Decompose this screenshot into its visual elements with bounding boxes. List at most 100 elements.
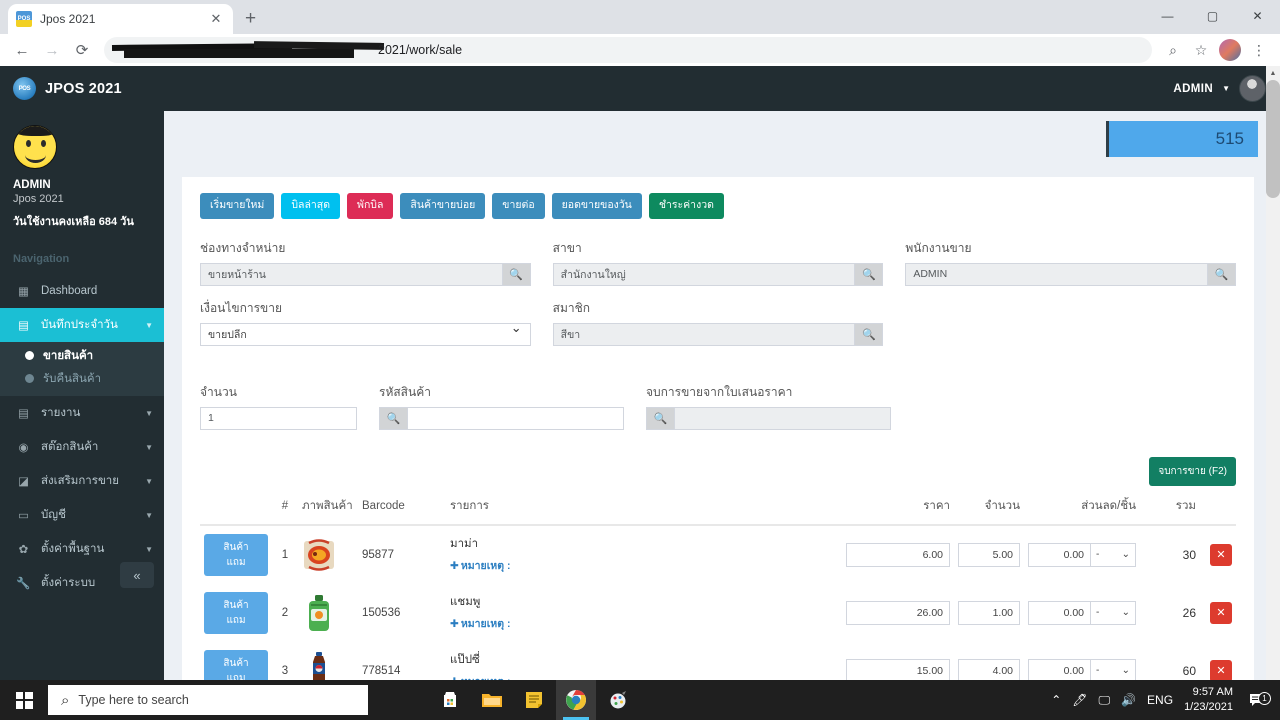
sidebar-item-stock[interactable]: ◉ สต๊อกสินค้า ▼ (0, 430, 164, 464)
bookmark-icon[interactable]: ☆ (1188, 37, 1214, 63)
gift-item-button[interactable]: สินค้าแถม (204, 533, 268, 576)
zoom-icon[interactable]: ⌕ (1160, 37, 1186, 63)
staff-input[interactable]: ADMIN (905, 262, 1209, 286)
row-delete-button[interactable]: ✕ (1210, 543, 1232, 566)
row-price-input[interactable]: 26.00 (846, 600, 950, 625)
forward-icon[interactable]: → (38, 36, 66, 64)
notification-center-button[interactable]: 1 (1244, 692, 1271, 708)
row-qty-input[interactable]: 1.00 (958, 600, 1020, 625)
sidebar-item-accounting[interactable]: ▭ บัญชี ▼ (0, 498, 164, 532)
sidebar-collapse-button[interactable]: « (120, 562, 154, 588)
language-indicator[interactable]: ENG (1147, 693, 1173, 707)
gift-item-button[interactable]: สินค้าแถม (204, 649, 268, 680)
branch-input[interactable]: สำนักงานใหญ่ (552, 262, 856, 286)
row-note-link[interactable]: ✚หมายเหตุ : (450, 673, 838, 680)
display-icon[interactable]: 🖵 (1099, 693, 1111, 708)
row-discount-input[interactable]: 0.00 (1028, 542, 1090, 567)
taskbar-paint-button[interactable] (598, 680, 638, 720)
maximize-icon[interactable]: ▢ (1190, 0, 1235, 32)
pen-icon[interactable]: 🖊 (1072, 693, 1087, 707)
chevron-down-icon: ▼ (145, 544, 153, 554)
row-discount-unit-select[interactable]: - ⌄ (1090, 542, 1136, 567)
sidebar-subitem-sell[interactable]: ขายสินค้า (0, 344, 164, 367)
product-code-input[interactable] (407, 406, 624, 430)
row-qty-input[interactable]: 5.00 (958, 542, 1020, 567)
table-row: สินค้าแถม 2 150536 แชมพู ✚ หมายเหตุ: 26… (200, 584, 1236, 642)
finish-sale-button[interactable]: จบการขาย (F2) (1149, 456, 1236, 486)
main-content: 515 เริ่มขายใหม่ บิลล่าสุด พักบิล สินค้า… (164, 111, 1272, 680)
frequent-items-button[interactable]: สินค้าขายบ่อย (400, 193, 486, 219)
row-discount-unit-select[interactable]: - ⌄ (1090, 600, 1136, 625)
row-price-input[interactable]: 6.00 (846, 542, 950, 567)
new-sale-button[interactable]: เริ่มขายใหม่ (200, 193, 275, 219)
search-icon[interactable]: 🔍 (855, 262, 884, 286)
volume-icon[interactable]: 🔊 (1121, 693, 1136, 707)
back-icon[interactable]: ← (8, 36, 36, 64)
continue-sale-button[interactable]: ขายต่อ (492, 193, 545, 219)
row-qty-input[interactable]: 4.00 (958, 658, 1020, 680)
channel-input[interactable]: ขายหน้าร้าน (200, 262, 503, 286)
sidebar-item-label: บัญชี (41, 509, 66, 521)
window-close-icon[interactable]: ✕ (1235, 0, 1280, 32)
taskbar-explorer-button[interactable] (472, 680, 512, 720)
row-delete-button[interactable]: ✕ (1210, 659, 1232, 680)
taskbar-search[interactable]: ⌕ Type here to search (48, 685, 368, 715)
member-input[interactable]: สีขา (552, 322, 856, 346)
sidebar-subitem-return[interactable]: รับคืนสินค้า (0, 367, 164, 390)
pos-logo-icon: POS (13, 77, 36, 100)
clock[interactable]: 9:57 AM 1/23/2021 (1184, 685, 1233, 715)
sidebar-item-basic-settings[interactable]: ✿ ตั้งค่าพื้นฐาน ▼ (0, 532, 164, 566)
avatar[interactable] (1239, 75, 1266, 102)
sidebar-item-promotion[interactable]: ◪ ส่งเสริมการขาย ▼ (0, 464, 164, 498)
browser-toolbar: ← → ⟳ 2021/work/sale ⌕ ☆ ⋮ (0, 34, 1280, 66)
address-bar[interactable]: 2021/work/sale (104, 37, 1152, 63)
row-price-input[interactable]: 15.00 (846, 658, 950, 680)
row-total: 30 (1182, 547, 1196, 562)
page-scrollbar[interactable]: ▲ (1266, 66, 1280, 680)
menu-icon[interactable]: ⋮ (1246, 37, 1272, 63)
daily-sales-button[interactable]: ยอดขายของวัน (551, 193, 642, 219)
row-discount-input[interactable]: 0.00 (1028, 600, 1090, 625)
header-user-menu[interactable]: ADMIN ▼ (1173, 75, 1280, 102)
scroll-up-icon[interactable]: ▲ (1266, 66, 1280, 80)
profile-avatar[interactable] (1219, 39, 1241, 61)
search-icon[interactable]: 🔍 (502, 262, 531, 286)
search-icon[interactable]: 🔍 (855, 322, 884, 346)
pay-installment-button[interactable]: ชำระค่างวด (648, 193, 724, 219)
app-logo[interactable]: POS JPOS 2021 (0, 66, 164, 111)
minimize-icon[interactable]: — (1145, 0, 1190, 32)
row-discount-input[interactable]: 0.00 (1028, 658, 1090, 680)
tray-chevron-icon[interactable]: ⌃ (1051, 693, 1061, 707)
sidebar-item-reports[interactable]: ▤ รายงาน ▼ (0, 396, 164, 430)
search-icon[interactable]: 🔍 (1208, 262, 1237, 286)
sidebar-item-daily-records[interactable]: ▤ บันทึกประจำวัน ▼ (0, 308, 164, 342)
close-icon[interactable]: ✕ (207, 11, 225, 27)
gift-item-button[interactable]: สินค้าแถม (204, 591, 268, 634)
row-discount-group: 0.00 - ⌄ (1028, 658, 1136, 680)
last-bill-button[interactable]: บิลล่าสุด (281, 193, 341, 219)
reload-icon[interactable]: ⟳ (68, 36, 96, 64)
search-icon[interactable]: 🔍 (646, 406, 674, 430)
qty-group: จำนวน 1 (200, 383, 357, 443)
taskbar-store-button[interactable] (430, 680, 470, 720)
search-icon[interactable]: 🔍 (379, 406, 407, 430)
row-barcode: 150536 (362, 606, 401, 619)
qty-input[interactable]: 1 (200, 406, 357, 430)
quote-input[interactable] (674, 406, 891, 430)
row-delete-button[interactable]: ✕ (1210, 601, 1232, 624)
sidebar-item-dashboard[interactable]: ▦ Dashboard (0, 274, 164, 308)
taskbar-chrome-button[interactable] (556, 680, 596, 720)
start-button[interactable] (0, 680, 48, 720)
row-note-link[interactable]: ✚หมายเหตุ : (450, 615, 838, 632)
scrollbar-thumb[interactable] (1266, 80, 1280, 198)
row-barcode: 778514 (362, 664, 401, 677)
row-discount-unit-select[interactable]: - ⌄ (1090, 658, 1136, 680)
browser-tab[interactable]: POS Jpos 2021 ✕ (8, 4, 233, 34)
hold-bill-button[interactable]: พักบิล (347, 193, 394, 219)
terms-select[interactable]: ขายปลีก (200, 320, 531, 346)
taskbar-notes-button[interactable] (514, 680, 554, 720)
admin-label[interactable]: ADMIN (1173, 83, 1213, 95)
row-note-link[interactable]: ✚หมายเหตุ : (450, 557, 838, 574)
staff-field-group: ADMIN 🔍 (905, 262, 1237, 286)
new-tab-button[interactable]: + (245, 8, 256, 30)
